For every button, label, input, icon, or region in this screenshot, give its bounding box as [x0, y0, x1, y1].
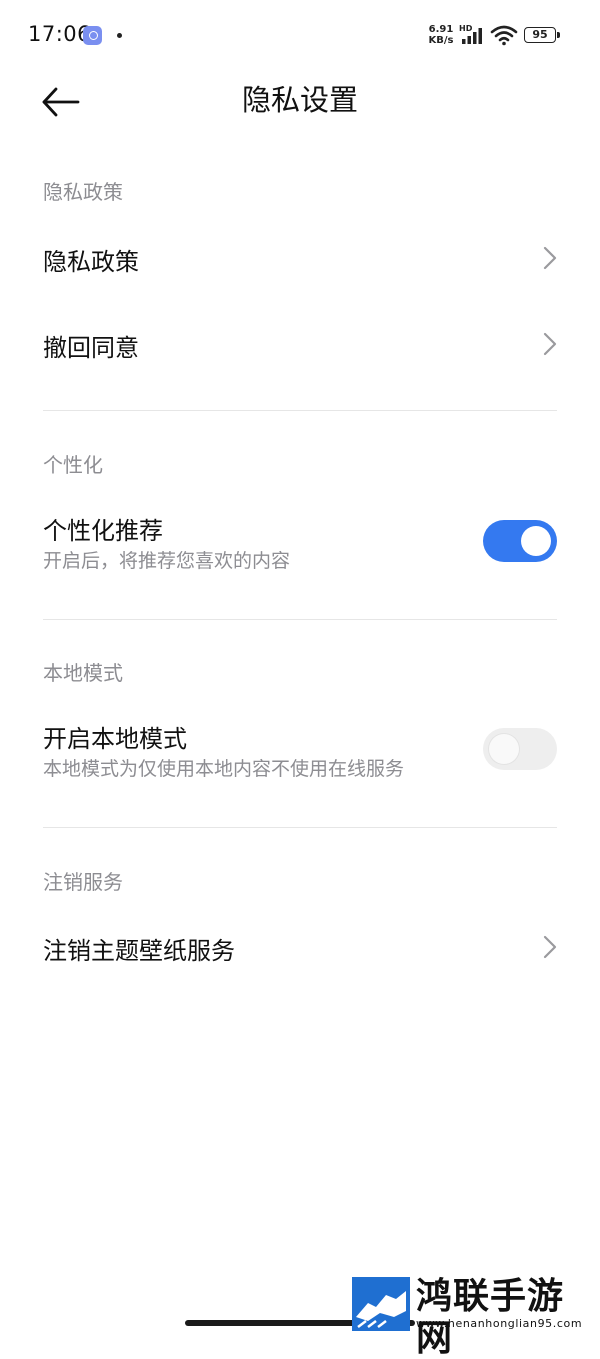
local-mode-row: 开启本地模式 本地模式为仅使用本地内容不使用在线服务: [0, 706, 600, 794]
watermark-url: www.henanhonglian95.com: [416, 1317, 583, 1330]
personalized-recommendation-toggle[interactable]: [483, 520, 557, 562]
battery-level: 95: [532, 28, 548, 41]
withdraw-consent-row[interactable]: 撤回同意: [0, 311, 600, 377]
privacy-policy-label: 隐私政策: [43, 248, 139, 276]
status-bar: 17:06 6.91 KB/s HD 95: [0, 0, 600, 72]
page-title: 隐私设置: [241, 83, 358, 117]
network-speed-unit: KB/s: [428, 35, 454, 46]
local-mode-description: 本地模式为仅使用本地内容不使用在线服务: [43, 758, 405, 780]
local-mode-toggle[interactable]: [483, 728, 557, 770]
personalized-recommendation-row: 个性化推荐 开启后，将推荐您喜欢的内容: [0, 498, 600, 586]
deregister-theme-service-label: 注销主题壁纸服务: [43, 937, 235, 965]
network-speed: 6.91 KB/s: [426, 24, 456, 46]
personalized-recommendation-label: 个性化推荐: [43, 517, 163, 545]
local-mode-label: 开启本地模式: [43, 725, 187, 753]
personalized-recommendation-description: 开启后，将推荐您喜欢的内容: [43, 550, 291, 572]
section-divider: [43, 827, 557, 828]
wifi-icon: [490, 25, 518, 46]
section-divider: [43, 410, 557, 411]
chevron-right-icon: [543, 246, 557, 270]
section-title-personalization: 个性化: [43, 453, 103, 477]
app-notification-icon: [83, 26, 102, 45]
section-title-local-mode: 本地模式: [43, 661, 123, 685]
signal-icon: HD: [459, 24, 482, 44]
network-type-label: HD: [459, 24, 473, 33]
header-bar: 隐私设置: [0, 72, 600, 132]
toggle-knob: [489, 734, 519, 764]
withdraw-consent-label: 撤回同意: [43, 334, 139, 362]
chevron-right-icon: [543, 332, 557, 356]
notification-dot-icon: [117, 33, 122, 38]
watermark-logo-icon: [352, 1277, 410, 1331]
section-title-privacy: 隐私政策: [43, 180, 123, 204]
network-speed-value: 6.91: [428, 24, 454, 35]
chevron-right-icon: [543, 935, 557, 959]
section-title-deregister: 注销服务: [43, 870, 123, 894]
section-divider: [43, 619, 557, 620]
toggle-knob: [521, 526, 551, 556]
privacy-policy-row[interactable]: 隐私政策: [0, 225, 600, 291]
battery-icon: 95: [524, 27, 560, 43]
deregister-theme-service-row[interactable]: 注销主题壁纸服务: [0, 914, 600, 980]
watermark: 鸿联手游网 www.henanhonglian95.com: [352, 1275, 600, 1359]
status-time: 17:06: [28, 22, 92, 46]
